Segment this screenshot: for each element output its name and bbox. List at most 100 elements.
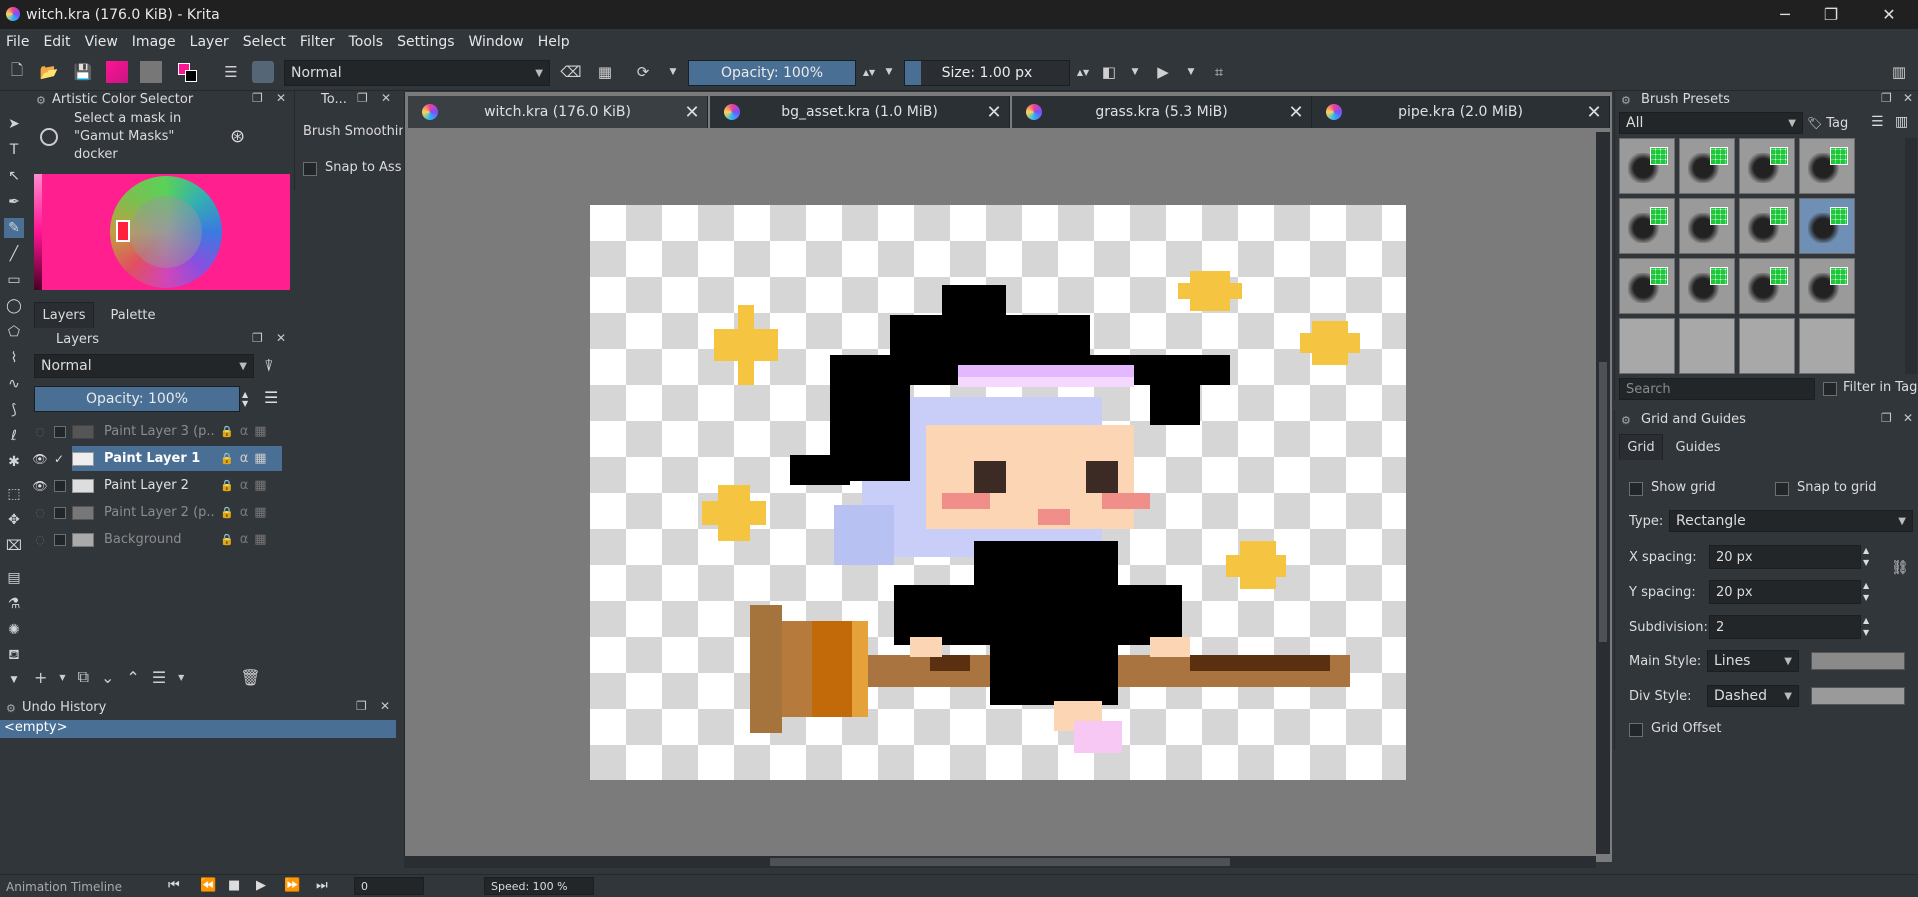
color-wheel-area[interactable]: [34, 174, 290, 290]
size-slider[interactable]: Size: 1.00 px: [904, 60, 1070, 86]
close-button[interactable]: ✕: [1866, 0, 1912, 29]
brush-preset[interactable]: [1619, 198, 1675, 254]
inherit-alpha-icon[interactable]: ▦: [254, 505, 266, 520]
layer-row[interactable]: ◌ Background 🔒 α ▦: [30, 526, 288, 553]
duplicate-layer-icon[interactable]: ⧉: [78, 667, 89, 687]
smart-patch-icon[interactable]: ✺: [4, 620, 24, 640]
flask-brush-preset[interactable]: [1679, 318, 1735, 374]
float-docker-icon[interactable]: ❐: [252, 91, 263, 105]
layer-check-icon[interactable]: ✓: [54, 452, 66, 466]
chevron-down-icon[interactable]: ▼: [662, 61, 684, 83]
canvas-vertical-scrollbar[interactable]: [1596, 132, 1610, 854]
layer-checkbox[interactable]: [54, 506, 66, 519]
inherit-alpha-icon[interactable]: ▦: [254, 478, 266, 493]
chevron-down-icon[interactable]: ▼: [178, 673, 184, 682]
x-spacing-input[interactable]: 20 px: [1709, 545, 1861, 569]
speed-input[interactable]: Speed: 100 %: [484, 877, 594, 895]
float-docker-icon[interactable]: ❐: [252, 331, 263, 345]
stop-icon[interactable]: ■: [228, 878, 240, 893]
play-icon[interactable]: ▶: [256, 878, 266, 893]
inherit-alpha-icon[interactable]: ▦: [254, 424, 266, 439]
canvas-horizontal-scrollbar[interactable]: [404, 856, 1596, 868]
layer-row[interactable]: ◌ Paint Layer 3 (p... 🔒 α ▦: [30, 418, 288, 445]
menu-edit[interactable]: Edit: [43, 34, 70, 50]
layer-blend-select[interactable]: Normal ▼: [34, 354, 254, 378]
size-stepper-icon[interactable]: ▲▼: [1072, 61, 1094, 83]
subdivision-input[interactable]: 2: [1709, 615, 1861, 639]
edit-shapes-icon[interactable]: ↖: [4, 166, 24, 186]
value-strip[interactable]: [34, 174, 42, 290]
chevron-down-icon[interactable]: ▼: [1180, 61, 1202, 83]
brush-preset[interactable]: [1619, 138, 1675, 194]
ink-brush-preset[interactable]: [1799, 318, 1855, 374]
line-tool-icon[interactable]: ╱: [4, 244, 24, 264]
fill-tool-icon[interactable]: ⛾: [4, 646, 24, 666]
new-document-icon[interactable]: 🗋: [6, 61, 28, 83]
mirror-vertical-icon[interactable]: ▶: [1152, 61, 1174, 83]
doc-tab-witch[interactable]: witch.kra (176.0 KiB) ✕: [408, 96, 708, 128]
main-color-swatch[interactable]: [1811, 652, 1905, 670]
visibility-hidden-icon[interactable]: ◌: [30, 425, 50, 438]
brush-preset[interactable]: [1739, 198, 1795, 254]
crop-tool-icon[interactable]: ⌧: [4, 536, 24, 556]
close-tab-icon[interactable]: ✕: [1579, 102, 1609, 123]
canvas-document[interactable]: [590, 205, 1406, 780]
menu-window[interactable]: Window: [469, 34, 524, 50]
fg-bg-color-icon[interactable]: [176, 61, 198, 83]
close-tab-icon[interactable]: ✕: [979, 102, 1009, 123]
alpha-icon[interactable]: α: [240, 505, 249, 520]
menu-layer[interactable]: Layer: [190, 34, 229, 50]
inherit-alpha-icon[interactable]: ▦: [254, 532, 266, 547]
brush-preset-selected[interactable]: [1799, 198, 1855, 254]
reload-preset-icon[interactable]: ⟳: [632, 61, 654, 83]
chevron-down-icon[interactable]: ▼: [59, 673, 65, 682]
gradient-tool-icon[interactable]: ▤: [4, 568, 24, 588]
brush-tag-filter-select[interactable]: All ▼: [1619, 112, 1803, 134]
eraser-icon[interactable]: ⌫: [560, 61, 582, 83]
wrap-around-icon[interactable]: ⌗: [1208, 61, 1230, 83]
text-tool-icon[interactable]: T: [4, 140, 24, 160]
show-grid-checkbox[interactable]: [1629, 482, 1643, 496]
menu-view[interactable]: View: [85, 34, 118, 50]
brush-preset-icon[interactable]: [252, 61, 274, 83]
close-docker-icon[interactable]: ✕: [276, 331, 286, 345]
layer-row[interactable]: 👁 Paint Layer 2 🔒 α ▦: [30, 472, 288, 499]
chevron-down-icon[interactable]: ▼: [1124, 61, 1146, 83]
menu-settings[interactable]: Settings: [397, 34, 454, 50]
last-frame-icon[interactable]: ⏭: [316, 878, 328, 893]
div-color-swatch[interactable]: [1811, 687, 1905, 705]
brush-preset[interactable]: [1619, 258, 1675, 314]
menu-filter[interactable]: Filter: [300, 34, 335, 50]
alpha-icon[interactable]: α: [240, 478, 249, 493]
rectangle-tool-icon[interactable]: ▭: [4, 270, 24, 290]
doc-tab-grass[interactable]: grass.kra (5.3 MiB) ✕: [1012, 96, 1312, 128]
doc-tab-bg-asset[interactable]: bg_asset.kra (1.0 MiB) ✕: [710, 96, 1010, 128]
layer-checkbox[interactable]: [54, 479, 66, 492]
layer-menu-icon[interactable]: ☰: [264, 388, 278, 407]
alpha-icon[interactable]: α: [240, 451, 249, 466]
tab-layers[interactable]: Layers: [34, 302, 94, 328]
view-list-icon[interactable]: ☰: [1871, 114, 1884, 130]
brush-settings-icon[interactable]: ☰: [220, 61, 242, 83]
pattern-swatch-icon[interactable]: [140, 61, 162, 83]
menu-file[interactable]: File: [6, 34, 29, 50]
close-docker-icon[interactable]: ✕: [276, 91, 286, 105]
brush-preset[interactable]: [1739, 138, 1795, 194]
move-layer-up-icon[interactable]: ⌃: [126, 668, 139, 687]
menu-image[interactable]: Image: [132, 34, 176, 50]
brush-preset[interactable]: [1739, 258, 1795, 314]
move-tool-icon[interactable]: ✥: [4, 510, 24, 530]
brush-search-input[interactable]: Search: [1619, 378, 1815, 400]
alpha-icon[interactable]: α: [240, 532, 249, 547]
layer-row[interactable]: ◌ Paint Layer 2 (p... 🔒 α ▦: [30, 499, 288, 526]
minimize-button[interactable]: ─: [1762, 0, 1808, 29]
visibility-icon[interactable]: 👁: [30, 452, 50, 466]
stamp-brush-preset[interactable]: [1619, 318, 1675, 374]
snap-to-grid-checkbox[interactable]: [1775, 482, 1789, 496]
gamut-mask-toggle-icon[interactable]: [40, 128, 58, 146]
filter-icon[interactable]: ⍒: [264, 356, 274, 376]
watercolor-brush-preset[interactable]: [1739, 318, 1795, 374]
blend-mode-select[interactable]: Normal ▼: [284, 60, 550, 86]
lock-icon[interactable]: 🔒: [220, 506, 234, 519]
link-spacing-icon[interactable]: ⛓: [1891, 560, 1909, 576]
